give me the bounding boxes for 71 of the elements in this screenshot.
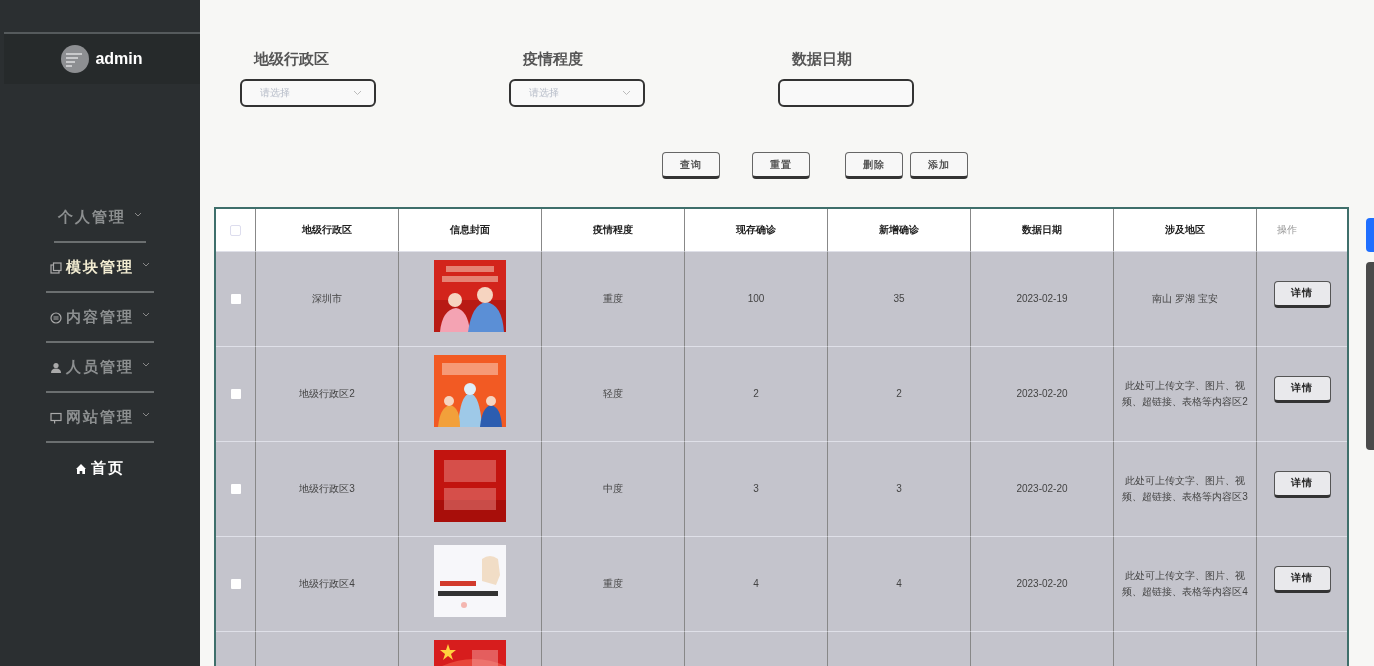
input-field[interactable] bbox=[778, 79, 914, 107]
column-header: 信息封面 bbox=[398, 209, 541, 251]
table-cell-text: 南山 罗湖 宝安 bbox=[1152, 292, 1218, 306]
table-cell-text: 此处可上传文字、图片、视频、超链接、表格等内容区2 bbox=[1122, 379, 1248, 409]
user-name: admin bbox=[95, 50, 143, 68]
monitor-icon bbox=[50, 411, 62, 424]
table-cell-text: 此处可上传文字、图片、视频、超链接、表格等内容区4 bbox=[1122, 569, 1248, 599]
table-cell-text: 35 bbox=[893, 292, 905, 306]
side-tab[interactable] bbox=[1366, 218, 1374, 252]
menu-item[interactable]: 首页 bbox=[71, 444, 129, 493]
table-cell-text: 4 bbox=[753, 577, 759, 591]
chevron-icon bbox=[142, 311, 150, 318]
chevron-icon bbox=[142, 411, 150, 418]
details-button[interactable]: 详情 bbox=[1273, 375, 1331, 403]
table-cell-text: 中度 bbox=[603, 482, 623, 496]
column-header: 新增确诊 bbox=[827, 209, 970, 251]
row-checkbox[interactable] bbox=[230, 294, 241, 304]
table-cell-text: 2 bbox=[753, 387, 759, 401]
table-cell-text: 3 bbox=[896, 482, 902, 496]
column-header: 疫情程度 bbox=[541, 209, 684, 251]
table-cell-text: 地级行政区3 bbox=[299, 482, 355, 496]
scrollbar[interactable] bbox=[1366, 262, 1374, 450]
chevron-icon bbox=[134, 211, 142, 218]
table-cell-text: 100 bbox=[747, 292, 765, 306]
row-checkbox[interactable] bbox=[230, 389, 241, 399]
table-cell-text: 4 bbox=[896, 577, 902, 591]
table-cell-text: 重度 bbox=[603, 577, 623, 591]
row-checkbox[interactable] bbox=[230, 579, 241, 589]
column-header: 地级行政区 bbox=[255, 209, 398, 251]
table-cell-text: 2023-02-20 bbox=[1016, 387, 1068, 401]
row-checkbox[interactable] bbox=[230, 484, 241, 494]
avatar-icon bbox=[61, 45, 90, 73]
table-cell-text: 地级行政区4 bbox=[299, 577, 355, 591]
filter-label: 疫情程度 bbox=[522, 50, 584, 69]
table-cell-text: 轻度 bbox=[603, 387, 623, 401]
chevron-icon bbox=[142, 261, 150, 268]
menu-item[interactable]: 网站管理 bbox=[46, 394, 154, 443]
filter-label: 数据日期 bbox=[791, 50, 853, 69]
table-cell-text: 3 bbox=[753, 482, 759, 496]
table-cell-text: 2023-02-20 bbox=[1016, 577, 1068, 591]
filter-label: 地级行政区 bbox=[252, 50, 330, 69]
menu-item[interactable]: 模块管理 bbox=[46, 244, 154, 293]
details-button[interactable]: 详情 bbox=[1273, 565, 1331, 593]
action-button[interactable]: 重置 bbox=[751, 152, 810, 179]
table-cell-text: 此处可上传文字、图片、视频、超链接、表格等内容区3 bbox=[1122, 474, 1248, 504]
table-cell-text: 深圳市 bbox=[312, 292, 342, 306]
action-button[interactable]: 添加 bbox=[909, 152, 968, 179]
table-cell-text: 2023-02-19 bbox=[1016, 292, 1068, 306]
menu-item[interactable]: 内容管理 bbox=[46, 294, 154, 343]
table-cell-text: 重度 bbox=[603, 292, 623, 306]
table-cell-text: 2 bbox=[896, 387, 902, 401]
menu-item[interactable]: 个人管理 bbox=[54, 194, 146, 243]
details-button[interactable]: 详情 bbox=[1273, 280, 1331, 308]
column-header: 数据日期 bbox=[970, 209, 1113, 251]
chat-icon bbox=[50, 311, 62, 324]
person-icon bbox=[50, 361, 62, 374]
chevron-icon bbox=[622, 90, 631, 96]
action-button[interactable]: 查询 bbox=[661, 152, 720, 179]
table-cell-text: 地级行政区2 bbox=[299, 387, 355, 401]
copy-icon bbox=[50, 261, 62, 274]
column-header: 涉及地区 bbox=[1113, 209, 1256, 251]
column-header: 现存确诊 bbox=[684, 209, 827, 251]
details-button[interactable]: 详情 bbox=[1273, 470, 1331, 498]
menu-item[interactable]: 人员管理 bbox=[46, 344, 154, 393]
table-cell-text: 2023-02-20 bbox=[1016, 482, 1068, 496]
select-all-checkbox[interactable] bbox=[230, 224, 241, 236]
chevron-icon bbox=[142, 361, 150, 368]
chevron-icon bbox=[353, 90, 362, 96]
action-button[interactable]: 删除 bbox=[844, 152, 903, 179]
column-header: 操作 bbox=[1256, 209, 1347, 251]
home-icon bbox=[75, 462, 87, 475]
